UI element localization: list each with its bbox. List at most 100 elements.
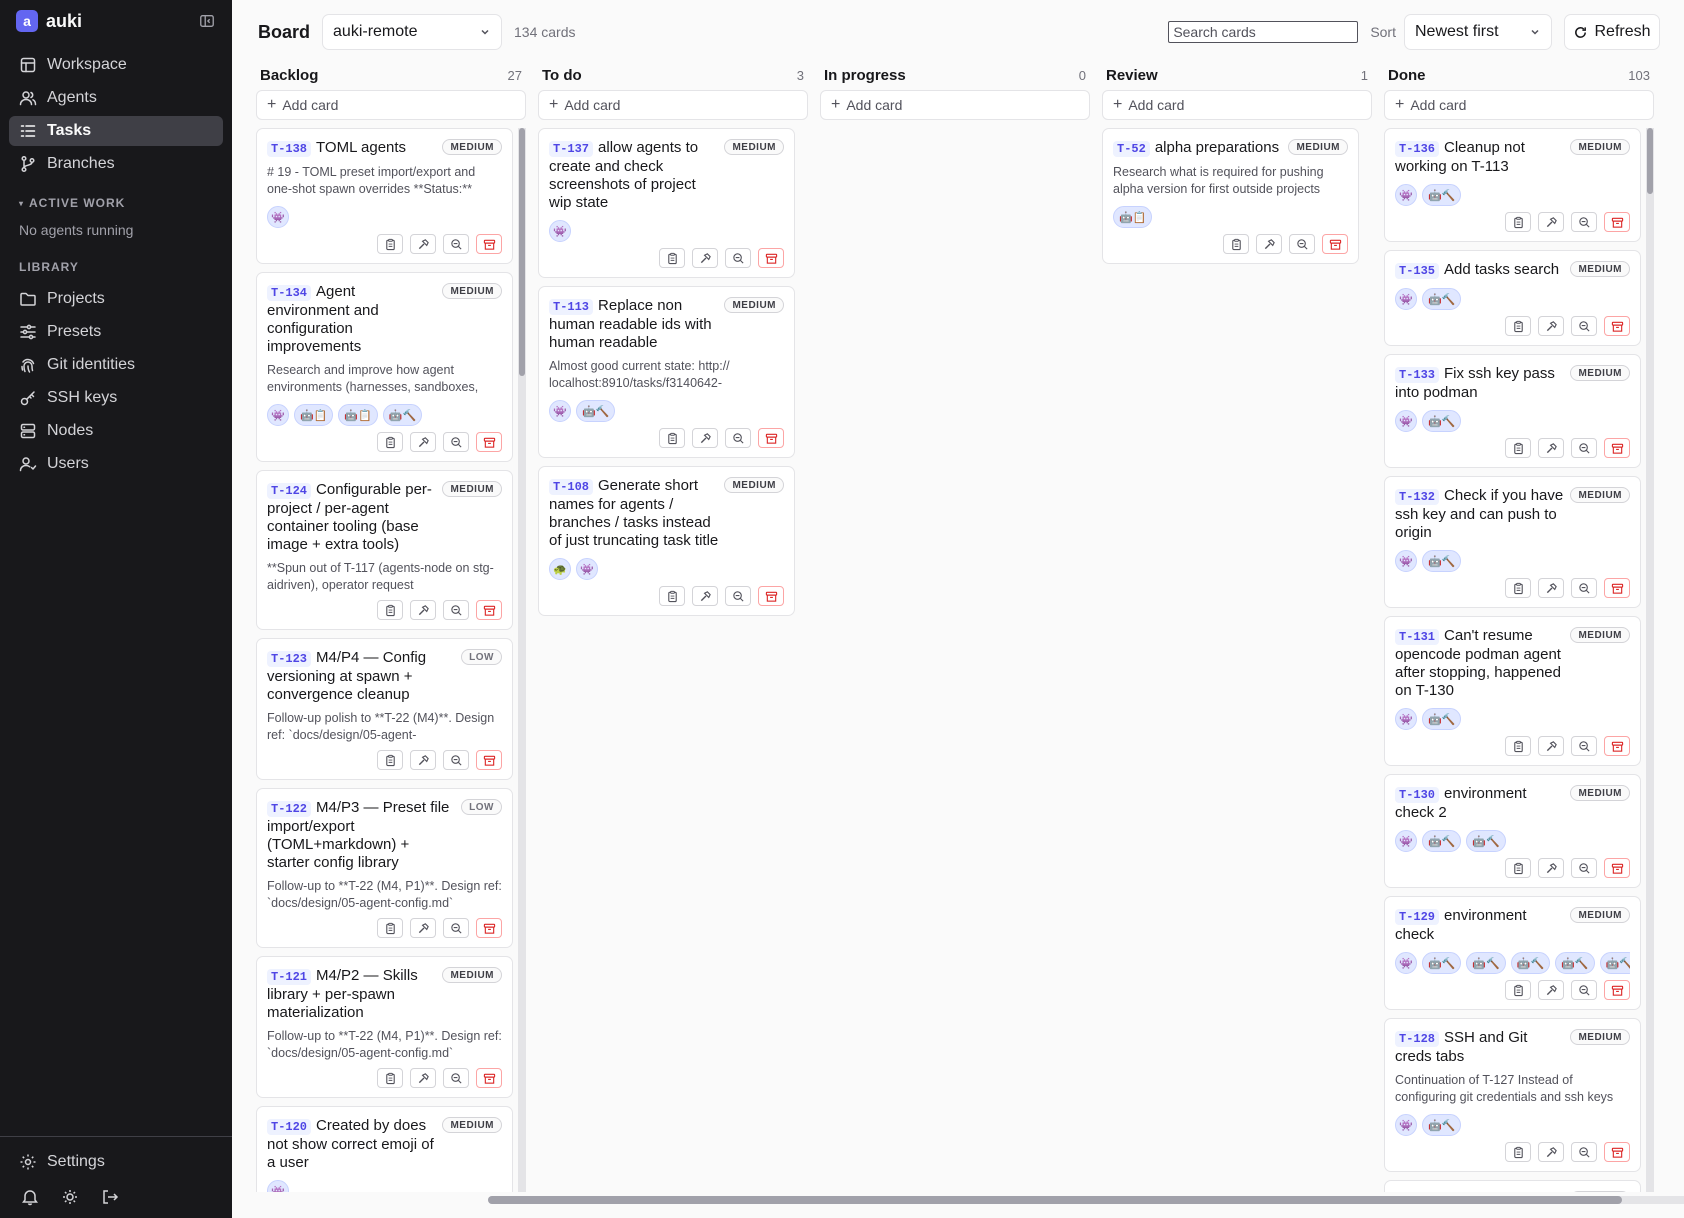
refresh-button[interactable]: Refresh: [1564, 14, 1660, 50]
archive-button[interactable]: [1604, 212, 1630, 232]
sort-select[interactable]: Newest first: [1404, 14, 1552, 50]
sidebar-item-users[interactable]: Users: [9, 449, 223, 479]
agent-chip[interactable]: 🤖🔨: [1555, 952, 1595, 974]
board-select[interactable]: auki-remote: [322, 14, 503, 50]
task-card[interactable]: T-121 M4/P2 — Skills library + per-spawn …: [256, 956, 513, 1098]
zoom-button[interactable]: [1571, 980, 1597, 1000]
hammer-button[interactable]: [410, 918, 436, 938]
task-card[interactable]: T-135 Add tasks search MEDIUM 👾 🤖🔨: [1384, 250, 1641, 346]
sidebar-item-nodes[interactable]: Nodes: [9, 416, 223, 446]
clipboard-button[interactable]: [659, 586, 685, 606]
task-id[interactable]: T-133: [1395, 367, 1440, 383]
task-id[interactable]: T-137: [549, 141, 594, 157]
agent-chip[interactable]: 🤖📋: [1113, 206, 1153, 228]
agent-chip[interactable]: 👾: [1395, 952, 1417, 974]
task-card[interactable]: T-131 Can't resume opencode podman agent …: [1384, 616, 1641, 766]
archive-button[interactable]: [476, 918, 502, 938]
archive-button[interactable]: [476, 600, 502, 620]
add-card-button[interactable]: + Add card: [1384, 90, 1654, 120]
zoom-button[interactable]: [1571, 438, 1597, 458]
sidebar-item-presets[interactable]: Presets: [9, 317, 223, 347]
hammer-button[interactable]: [1538, 578, 1564, 598]
clipboard-button[interactable]: [659, 248, 685, 268]
agent-chip[interactable]: 👾: [1395, 288, 1417, 310]
bell-icon[interactable]: [21, 1188, 39, 1206]
hammer-button[interactable]: [410, 1068, 436, 1088]
add-card-button[interactable]: + Add card: [256, 90, 526, 120]
agent-chip[interactable]: 🤖🔨: [1422, 952, 1462, 974]
task-id[interactable]: T-122: [267, 801, 312, 817]
sidebar-item-git-identities[interactable]: Git identities: [9, 350, 223, 380]
task-card[interactable]: T-138 TOML agents MEDIUM # 19 - TOML preset…: [256, 128, 513, 264]
logout-icon[interactable]: [101, 1188, 119, 1206]
add-card-button[interactable]: + Add card: [538, 90, 808, 120]
search-input[interactable]: [1168, 21, 1359, 43]
agent-chip[interactable]: 🤖🔨: [1466, 830, 1506, 852]
task-id[interactable]: T-130: [1395, 787, 1440, 803]
clipboard-button[interactable]: [1505, 736, 1531, 756]
agent-chip[interactable]: 👾: [1395, 830, 1417, 852]
task-card[interactable]: T-128 SSH and Git creds tabs MEDIUM Continu…: [1384, 1018, 1641, 1172]
clipboard-button[interactable]: [1505, 212, 1531, 232]
task-card[interactable]: T-129 environment check MEDIUM 👾 🤖🔨 🤖🔨 🤖🔨 🤖🔨 🤖🔨: [1384, 896, 1641, 1010]
clipboard-button[interactable]: [377, 234, 403, 254]
task-id[interactable]: T-52: [1113, 141, 1150, 157]
clipboard-button[interactable]: [377, 1068, 403, 1088]
task-card[interactable]: T-124 Configurable per-project / per-agen…: [256, 470, 513, 630]
hammer-button[interactable]: [410, 432, 436, 452]
agent-chip[interactable]: 👾: [267, 206, 289, 228]
zoom-button[interactable]: [1571, 316, 1597, 336]
sidebar-collapse-icon[interactable]: [198, 12, 216, 30]
clipboard-button[interactable]: [377, 600, 403, 620]
agent-chip[interactable]: 🤖🔨: [1422, 708, 1462, 730]
task-card[interactable]: T-120 Created by does not show correct em…: [256, 1106, 513, 1192]
task-id[interactable]: T-120: [267, 1119, 312, 1135]
task-card[interactable]: T-137 allow agents to create and check sc…: [538, 128, 795, 278]
agent-chip[interactable]: 🤖🔨: [1422, 1114, 1462, 1136]
hammer-button[interactable]: [692, 428, 718, 448]
hammer-button[interactable]: [692, 586, 718, 606]
task-id[interactable]: T-121: [267, 969, 312, 985]
zoom-button[interactable]: [1571, 858, 1597, 878]
zoom-button[interactable]: [443, 750, 469, 770]
archive-button[interactable]: [1604, 316, 1630, 336]
horizontal-scrollbar[interactable]: [488, 1196, 1684, 1204]
agent-chip[interactable]: 👾: [576, 558, 598, 580]
agent-chip[interactable]: 🤖🔨: [1422, 184, 1462, 206]
sidebar-item-tasks[interactable]: Tasks: [9, 116, 223, 146]
archive-button[interactable]: [1322, 234, 1348, 254]
sun-icon[interactable]: [61, 1188, 79, 1206]
task-id[interactable]: T-108: [549, 479, 594, 495]
zoom-button[interactable]: [1571, 1142, 1597, 1162]
horizontal-scrollbar-thumb[interactable]: [488, 1196, 1622, 1204]
column-scrollbar-thumb[interactable]: [1647, 128, 1653, 194]
clipboard-button[interactable]: [377, 750, 403, 770]
archive-button[interactable]: [476, 1068, 502, 1088]
agent-chip[interactable]: 🤖🔨: [1466, 952, 1506, 974]
agent-chip[interactable]: 👾: [549, 400, 571, 422]
hammer-button[interactable]: [1538, 438, 1564, 458]
column-scrollbar-thumb[interactable]: [519, 128, 525, 376]
hammer-button[interactable]: [692, 248, 718, 268]
add-card-button[interactable]: + Add card: [820, 90, 1090, 120]
task-id[interactable]: T-131: [1395, 629, 1440, 645]
agent-chip[interactable]: 🤖🔨: [1422, 550, 1462, 572]
task-card[interactable]: T-113 Replace non human readable ids with…: [538, 286, 795, 458]
clipboard-button[interactable]: [1505, 578, 1531, 598]
agent-chip[interactable]: 👾: [1395, 550, 1417, 572]
agent-chip[interactable]: 👾: [267, 1180, 289, 1192]
task-id[interactable]: T-134: [267, 285, 312, 301]
agent-chip[interactable]: 🤖🔨: [1599, 952, 1630, 974]
task-card[interactable]: T-130 environment check 2 MEDIUM 👾 🤖🔨 🤖🔨: [1384, 774, 1641, 888]
hammer-button[interactable]: [1538, 316, 1564, 336]
agent-chip[interactable]: 👾: [1395, 1114, 1417, 1136]
sidebar-item-workspace[interactable]: Workspace: [9, 50, 223, 80]
zoom-button[interactable]: [443, 432, 469, 452]
zoom-button[interactable]: [1571, 212, 1597, 232]
task-id[interactable]: T-113: [549, 299, 594, 315]
archive-button[interactable]: [476, 432, 502, 452]
task-card[interactable]: T-132 Check if you have ssh key and can p…: [1384, 476, 1641, 608]
clipboard-button[interactable]: [1505, 438, 1531, 458]
task-card[interactable]: T-134 Agent environment and configuration…: [256, 272, 513, 462]
sidebar-item-ssh-keys[interactable]: SSH keys: [9, 383, 223, 413]
